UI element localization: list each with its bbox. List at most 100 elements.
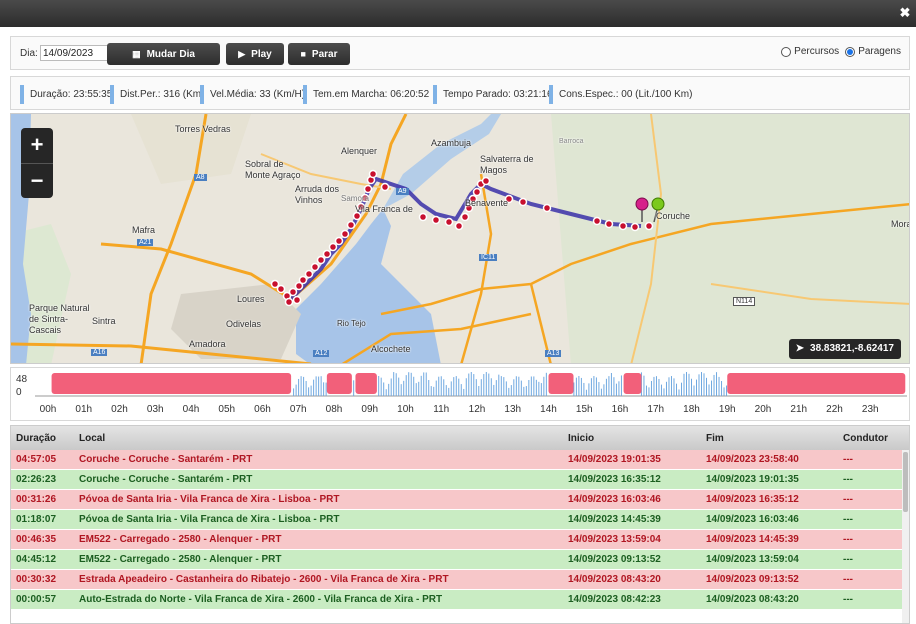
timeline-stop-block [326, 373, 352, 394]
map-label: Mafra [132, 225, 156, 235]
cell-inicio: 14/09/2023 08:42:23 [568, 594, 661, 605]
table-row[interactable]: 02:26:23 Coruche - Coruche - Santarém - P… [11, 470, 909, 490]
cell-condutor: --- [843, 594, 853, 605]
speed-timeline[interactable]: 48 0 00h 01h 02h 03h 04h 05h 06h 07h 08h 09h 10h 11… [10, 367, 910, 421]
mudar-dia-label: Mudar Dia [146, 48, 195, 60]
mudar-dia-button[interactable]: ▦ Mudar Dia [107, 43, 220, 65]
timeline-hour-label: 08h [325, 404, 343, 415]
map-label: Cascais [29, 325, 62, 335]
cell-duracao: 01:18:07 [16, 514, 57, 525]
timeline-hour-label: 21h [790, 404, 808, 415]
view-mode-radio-group: Percursos Paragens [781, 46, 901, 57]
timeline-hour-label: 12h [468, 404, 486, 415]
table-scrollbar[interactable] [902, 450, 909, 623]
cell-condutor: --- [843, 454, 853, 465]
stops-table: Duração Local Inicio Fim Condutor 04:57:… [10, 425, 910, 624]
radio-paragens-circle[interactable] [845, 46, 856, 57]
timeline-hour-label: 14h [540, 404, 557, 415]
map-label: Torres Vedras [175, 124, 231, 134]
close-icon[interactable]: ✖ [896, 4, 914, 22]
map-label: Sintra [92, 316, 116, 326]
timeline-canvas [35, 372, 907, 397]
cell-inicio: 14/09/2023 19:01:35 [568, 454, 661, 465]
map-label: Loures [237, 294, 265, 304]
road-shield: A13 [545, 350, 562, 357]
col-condutor[interactable]: Condutor [843, 433, 888, 444]
cell-condutor: --- [843, 494, 853, 505]
map-label: Sobral de [245, 159, 284, 169]
cell-fim: 14/09/2023 13:59:04 [706, 554, 799, 565]
zoom-out-button[interactable]: − [21, 163, 53, 198]
radio-percursos-label: Percursos [794, 46, 840, 57]
map-label: Coruche [656, 211, 691, 221]
cell-duracao: 00:31:26 [16, 494, 57, 505]
map-view[interactable]: Torres Vedras Azambuja Alenquer Sobral d… [10, 113, 910, 364]
map-label: Azambuja [431, 138, 472, 148]
cell-duracao: 04:45:12 [16, 554, 57, 565]
cell-fim: 14/09/2023 19:01:35 [706, 474, 799, 485]
map-label: Odivelas [226, 319, 262, 329]
stop-icon: ■ [300, 49, 306, 59]
cell-local: Auto-Estrada do Norte - Vila Franca de X… [79, 594, 443, 605]
timeline-hour-label: 20h [754, 404, 772, 415]
col-local[interactable]: Local [79, 433, 105, 444]
play-icon: ▶ [238, 48, 246, 59]
coordinate-readout: ➤ 38.83821,-8.62417 [788, 339, 901, 359]
cell-local: Póvoa de Santa Iria - Vila Franca de Xir… [79, 494, 340, 505]
cell-duracao: 00:00:57 [16, 594, 57, 605]
table-row[interactable]: 04:57:05 Coruche - Coruche - Santarém - P… [11, 450, 909, 470]
cell-inicio: 14/09/2023 08:43:20 [568, 574, 661, 585]
timeline-hour-label: 18h [683, 404, 700, 415]
timeline-hour-label: 05h [218, 404, 236, 415]
cell-inicio: 14/09/2023 14:45:39 [568, 514, 661, 525]
date-input[interactable] [40, 45, 114, 61]
play-button[interactable]: ▶ Play [226, 43, 284, 65]
zoom-control: + − [21, 128, 53, 198]
table-row[interactable]: 00:00:57 Auto-Estrada do Norte - Vila Fra… [11, 590, 909, 610]
radio-percursos-circle[interactable] [781, 46, 792, 57]
table-header: Duração Local Inicio Fim Condutor [11, 426, 909, 450]
map-label: Alcochete [371, 344, 411, 354]
cell-fim: 14/09/2023 16:35:12 [706, 494, 799, 505]
map-label: Mora [891, 219, 910, 229]
map-label: de Sintra- [29, 314, 69, 324]
cell-condutor: --- [843, 474, 853, 485]
map-label: Arruda dos [295, 184, 340, 194]
table-row[interactable]: 04:45:12 EM522 - Carregado - 2580 - Alenq… [11, 550, 909, 570]
timeline-stop-block [355, 373, 377, 394]
scrollbar-thumb[interactable] [903, 452, 908, 512]
timeline-hour-label: 16h [611, 404, 629, 415]
table-row[interactable]: 00:46:35 EM522 - Carregado - 2580 - Alenq… [11, 530, 909, 550]
timeline-hour-label: 15h [575, 404, 593, 415]
timeline-hour-label: 07h [289, 404, 307, 415]
cell-condutor: --- [843, 534, 853, 545]
cell-fim: 14/09/2023 23:58:40 [706, 454, 799, 465]
cell-local: EM522 - Carregado - 2580 - Alenquer - PR… [79, 534, 282, 545]
timeline-hour-label: 03h [146, 404, 164, 415]
table-row[interactable]: 00:30:32 Estrada Apeadeiro - Castanheira … [11, 570, 909, 590]
radio-paragens[interactable]: Paragens [845, 46, 901, 57]
radio-percursos[interactable]: Percursos [781, 46, 839, 57]
table-row[interactable]: 01:18:07 Póvoa de Santa Iria - Vila Franc… [11, 510, 909, 530]
stat-duracao: Duração: 23:55:35 [20, 85, 112, 104]
road-shield: A9 [396, 188, 409, 195]
cell-duracao: 02:26:23 [16, 474, 57, 485]
cell-inicio: 14/09/2023 09:13:52 [568, 554, 661, 565]
cell-inicio: 14/09/2023 13:59:04 [568, 534, 661, 545]
timeline-hour-label: 00h [39, 404, 57, 415]
col-duracao[interactable]: Duração [16, 433, 56, 444]
map-label: Vila Franca de [355, 204, 413, 214]
table-row[interactable]: 00:31:26 Póvoa de Santa Iria - Vila Franc… [11, 490, 909, 510]
timeline-hour-label: 04h [182, 404, 200, 415]
timeline-hour-label: 09h [361, 404, 379, 415]
road-shield: IC11 [479, 254, 498, 261]
zoom-in-button[interactable]: + [21, 128, 53, 163]
map-label: Amadora [189, 339, 226, 349]
road-shield: A12 [313, 350, 330, 357]
cell-duracao: 00:46:35 [16, 534, 57, 545]
col-fim[interactable]: Fim [706, 433, 724, 444]
parar-button[interactable]: ■ Parar [288, 43, 350, 65]
timeline-stop-block [548, 373, 574, 394]
col-inicio[interactable]: Inicio [568, 433, 594, 444]
timeline-hour-label: 02h [111, 404, 128, 415]
